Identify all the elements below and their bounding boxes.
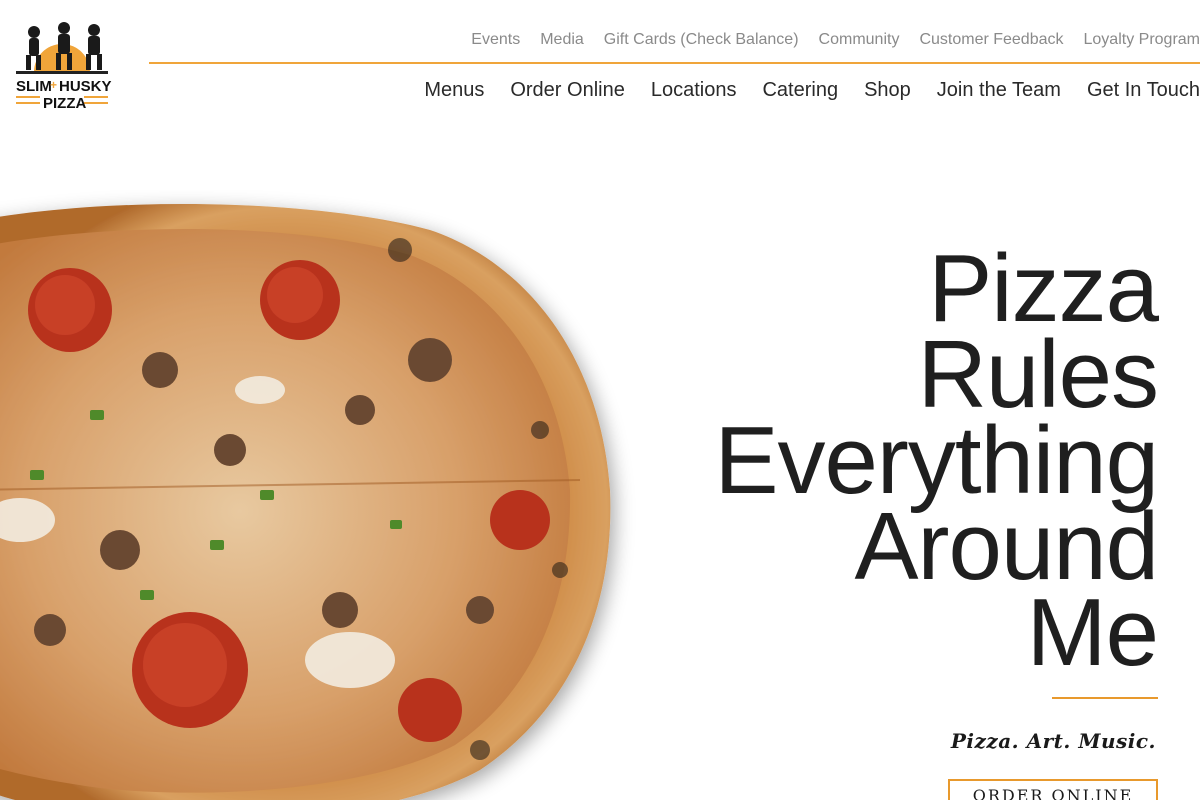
order-online-button-label: ORDER ONLINE <box>972 786 1134 800</box>
main-nav: Menus Order Online Locations Catering Sh… <box>424 77 1200 103</box>
hero-divider <box>1052 697 1158 699</box>
logo-text-pizza: PIZZA <box>43 95 86 112</box>
hero-title-line: Everything <box>714 407 1159 514</box>
main-nav-menus[interactable]: Menus <box>424 77 484 103</box>
main-nav-join-the-team[interactable]: Join the Team <box>937 77 1061 103</box>
hero-title: Pizza Rules Everything Around Me <box>714 235 1159 686</box>
utility-nav-events[interactable]: Events <box>471 30 520 50</box>
hero-pizza-image <box>0 190 640 800</box>
utility-nav: Events Media Gift Cards (Check Balance) … <box>471 30 1200 50</box>
hero-title-line: Pizza <box>928 235 1159 342</box>
nav-divider <box>149 62 1200 64</box>
utility-nav-loyalty-program[interactable]: Loyalty Program <box>1084 30 1200 50</box>
main-nav-get-in-touch[interactable]: Get In Touch <box>1087 77 1200 103</box>
logo-text-husky: HUSKY'S <box>59 78 112 95</box>
utility-nav-gift-cards[interactable]: Gift Cards (Check Balance) <box>604 30 799 50</box>
main-nav-locations[interactable]: Locations <box>651 77 737 103</box>
logo-text-slim: SLIM <box>16 78 52 95</box>
main-nav-order-online[interactable]: Order Online <box>510 77 625 103</box>
order-online-button[interactable]: ORDER ONLINE <box>948 779 1158 800</box>
logo-icon: SLIM + HUSKY'S PIZZA <box>16 22 112 112</box>
site-logo[interactable]: SLIM + HUSKY'S PIZZA <box>12 18 112 113</box>
main-nav-shop[interactable]: Shop <box>864 77 911 103</box>
utility-nav-customer-feedback[interactable]: Customer Feedback <box>919 30 1063 50</box>
hero-title-line: Me <box>1026 579 1159 686</box>
hero-tagline: Pizza. Art. Music. <box>950 729 1156 753</box>
hero-title-line: Rules <box>917 321 1159 428</box>
main-nav-catering[interactable]: Catering <box>762 77 838 103</box>
utility-nav-community[interactable]: Community <box>819 30 900 50</box>
utility-nav-media[interactable]: Media <box>540 30 584 50</box>
logo-text-plus: + <box>50 78 57 92</box>
hero-title-line: Around <box>854 493 1159 600</box>
